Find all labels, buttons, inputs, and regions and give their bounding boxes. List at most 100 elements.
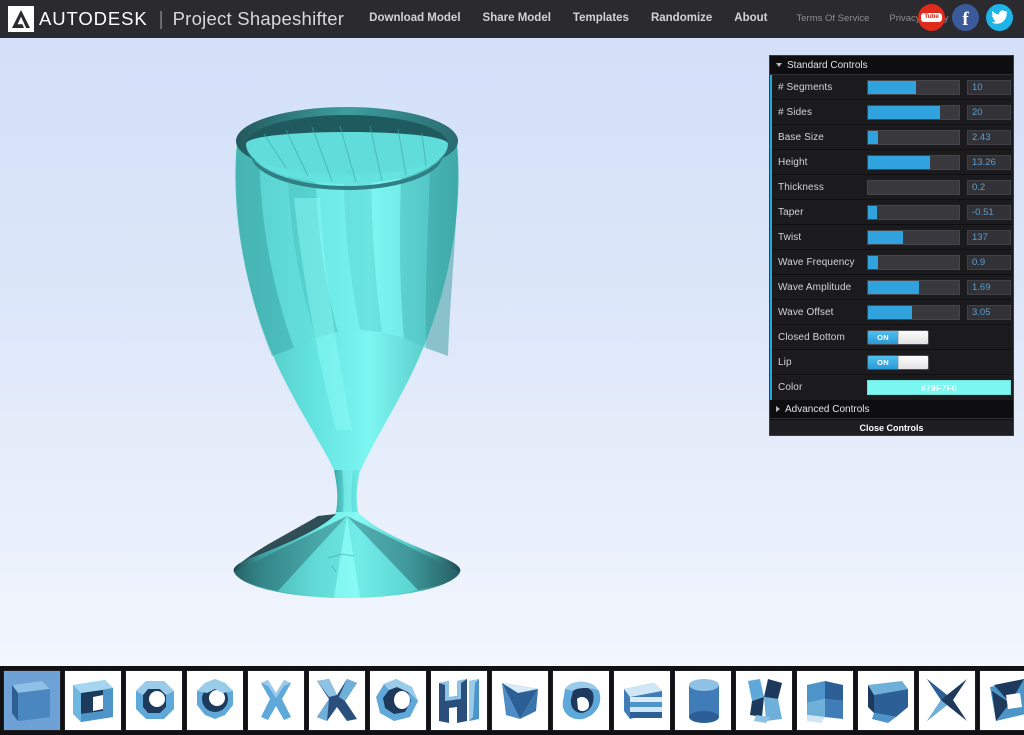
slider-wave-offset[interactable] bbox=[867, 304, 960, 320]
label-wave-frequency: Wave Frequency bbox=[778, 256, 855, 268]
nav-about[interactable]: About bbox=[723, 13, 778, 25]
slider-segments[interactable] bbox=[867, 79, 960, 95]
toggle-closed-bottom[interactable]: ON bbox=[867, 329, 929, 345]
template-octagon-ring[interactable] bbox=[125, 670, 183, 731]
youtube-label: Tube bbox=[921, 12, 942, 23]
slider-height[interactable] bbox=[867, 154, 960, 170]
facebook-glyph: f bbox=[962, 8, 969, 30]
toggle-lip-knob bbox=[898, 355, 928, 369]
value-wave-frequency[interactable]: 0.9 bbox=[967, 254, 1011, 270]
standard-controls-header[interactable]: Standard Controls bbox=[770, 56, 1013, 75]
slider-wave-amplitude[interactable] bbox=[867, 279, 960, 295]
slider-base-size[interactable] bbox=[867, 129, 960, 145]
label-wave-amplitude: Wave Amplitude bbox=[778, 281, 852, 293]
facebook-icon[interactable]: f bbox=[952, 4, 979, 31]
advanced-controls-header[interactable]: Advanced Controls bbox=[770, 400, 1013, 419]
slider-fill-segments bbox=[868, 80, 917, 94]
slider-fill-base-size bbox=[868, 130, 878, 144]
value-twist[interactable]: 137 bbox=[967, 229, 1011, 245]
product-name: Project Shapeshifter bbox=[172, 7, 345, 29]
value-base-size[interactable]: 2.43 bbox=[967, 129, 1011, 145]
app-root: AUTODESK | Project Shapeshifter Download… bbox=[0, 0, 1024, 735]
slider-thickness[interactable] bbox=[867, 179, 960, 195]
template-oval-ring[interactable] bbox=[369, 670, 427, 731]
value-wave-amplitude[interactable]: 1.69 bbox=[967, 279, 1011, 295]
toggle-closed-bottom-knob bbox=[898, 330, 928, 344]
advanced-controls-label: Advanced Controls bbox=[785, 403, 870, 415]
chevron-down-icon bbox=[776, 63, 782, 67]
label-base-size: Base Size bbox=[778, 131, 824, 143]
template-twisted-cross[interactable] bbox=[308, 670, 366, 731]
twitter-icon[interactable] bbox=[986, 4, 1013, 31]
control-row-color: Color #79F7F0 bbox=[772, 375, 1013, 400]
template-ibeam[interactable] bbox=[430, 670, 488, 731]
template-hourglass[interactable] bbox=[735, 670, 793, 731]
toggle-lip-state: ON bbox=[868, 355, 898, 369]
template-wedge[interactable] bbox=[491, 670, 549, 731]
slider-twist[interactable] bbox=[867, 229, 960, 245]
slider-sides[interactable] bbox=[867, 104, 960, 120]
control-row-thickness: Thickness 0.2 bbox=[772, 175, 1013, 200]
value-sides[interactable]: 20 bbox=[967, 104, 1011, 120]
label-wave-offset: Wave Offset bbox=[778, 306, 834, 318]
label-lip: Lip bbox=[778, 356, 792, 368]
template-flared-cone[interactable] bbox=[552, 670, 610, 731]
template-striped-drum[interactable] bbox=[613, 670, 671, 731]
chevron-right-icon bbox=[776, 406, 780, 412]
brand-block[interactable]: AUTODESK | Project Shapeshifter bbox=[0, 6, 344, 32]
slider-fill-sides bbox=[868, 105, 940, 119]
value-wave-offset[interactable]: 3.05 bbox=[967, 304, 1011, 320]
label-segments: # Segments bbox=[778, 81, 833, 93]
value-taper[interactable]: -0.51 bbox=[967, 204, 1011, 220]
control-row-taper: Taper -0.51 bbox=[772, 200, 1013, 225]
control-row-sides: # Sides 20 bbox=[772, 100, 1013, 125]
control-row-segments: # Segments 10 bbox=[772, 75, 1013, 100]
control-row-lip: Lip ON bbox=[772, 350, 1013, 375]
standard-controls-label: Standard Controls bbox=[787, 59, 868, 71]
youtube-icon[interactable]: Tube bbox=[918, 4, 945, 31]
control-row-twist: Twist 137 bbox=[772, 225, 1013, 250]
close-controls-button[interactable]: Close Controls bbox=[770, 419, 1013, 435]
template-beveled-box[interactable] bbox=[857, 670, 915, 731]
template-folded-block[interactable] bbox=[796, 670, 854, 731]
slider-fill-height bbox=[868, 155, 930, 169]
toggle-lip[interactable]: ON bbox=[867, 354, 929, 370]
template-gear-ring[interactable] bbox=[186, 670, 244, 731]
label-height: Height bbox=[778, 156, 808, 168]
template-thumbnail-strip[interactable] bbox=[0, 666, 1024, 735]
brand-separator: | bbox=[158, 8, 164, 30]
slider-fill-wave-amplitude bbox=[868, 280, 919, 294]
value-thickness[interactable]: 0.2 bbox=[967, 179, 1011, 195]
primary-nav: Download Model Share Model Templates Ran… bbox=[358, 13, 778, 25]
controls-panel: Standard Controls # Segments 10 # Sides … bbox=[769, 55, 1014, 436]
autodesk-logo-icon bbox=[8, 6, 34, 32]
nav-templates[interactable]: Templates bbox=[562, 13, 640, 25]
template-tilted-square[interactable] bbox=[979, 670, 1024, 731]
slider-fill-wave-frequency bbox=[868, 255, 878, 269]
control-row-base-size: Base Size 2.43 bbox=[772, 125, 1013, 150]
slider-fill-twist bbox=[868, 230, 903, 244]
label-color: Color bbox=[778, 382, 803, 393]
value-segments[interactable]: 10 bbox=[967, 79, 1011, 95]
label-twist: Twist bbox=[778, 231, 802, 243]
template-cross[interactable] bbox=[247, 670, 305, 731]
twitter-bird-glyph bbox=[991, 10, 1008, 24]
value-height[interactable]: 13.26 bbox=[967, 154, 1011, 170]
control-row-wave-offset: Wave Offset 3.05 bbox=[772, 300, 1013, 325]
template-star-concave[interactable] bbox=[918, 670, 976, 731]
template-square-frame[interactable] bbox=[64, 670, 122, 731]
nav-download-model[interactable]: Download Model bbox=[358, 13, 471, 25]
template-cylinder[interactable] bbox=[674, 670, 732, 731]
nav-terms-of-service[interactable]: Terms Of Service bbox=[787, 14, 880, 24]
slider-taper[interactable] bbox=[867, 204, 960, 220]
slider-wave-frequency[interactable] bbox=[867, 254, 960, 270]
template-rounded-cube[interactable] bbox=[3, 670, 61, 731]
slider-fill-taper bbox=[868, 205, 878, 219]
color-swatch[interactable]: #79F7F0 bbox=[867, 380, 1011, 395]
control-row-wave-amplitude: Wave Amplitude 1.69 bbox=[772, 275, 1013, 300]
label-closed-bottom: Closed Bottom bbox=[778, 331, 845, 343]
nav-share-model[interactable]: Share Model bbox=[472, 13, 562, 25]
brand-name: AUTODESK bbox=[39, 7, 148, 29]
goblet-model[interactable] bbox=[224, 38, 564, 666]
nav-randomize[interactable]: Randomize bbox=[640, 13, 723, 25]
